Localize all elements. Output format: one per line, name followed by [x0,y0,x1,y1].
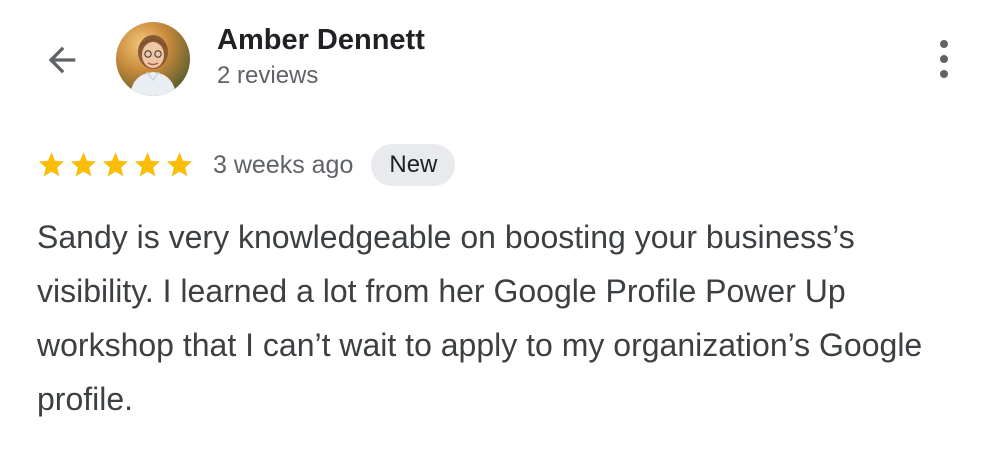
star-icon [103,152,128,177]
star-icon [167,152,192,177]
star-icon [39,152,64,177]
new-badge: New [371,144,456,186]
more-vert-icon-dot [940,55,948,63]
back-button[interactable] [38,38,86,82]
star-rating [36,150,195,180]
more-vert-icon [940,40,948,48]
reviewer-name[interactable]: Amber Dennett [217,24,425,57]
more-vert-icon-dot [940,70,948,78]
arrow-left-icon [48,46,76,74]
avatar[interactable] [116,22,190,96]
review-text: Sandy is very knowledgeable on boosting … [37,219,923,417]
review-detail-screen: Amber Dennett 2 reviews 3 weeks ago New … [0,0,1008,450]
star-icon [135,152,160,177]
reviewer-photo [116,22,190,96]
review-count: 2 reviews [217,62,319,89]
more-options-button[interactable] [924,36,964,82]
review-time: 3 weeks ago [213,150,354,179]
review-meta: 3 weeks ago New [36,143,456,187]
star-icon [71,152,96,177]
